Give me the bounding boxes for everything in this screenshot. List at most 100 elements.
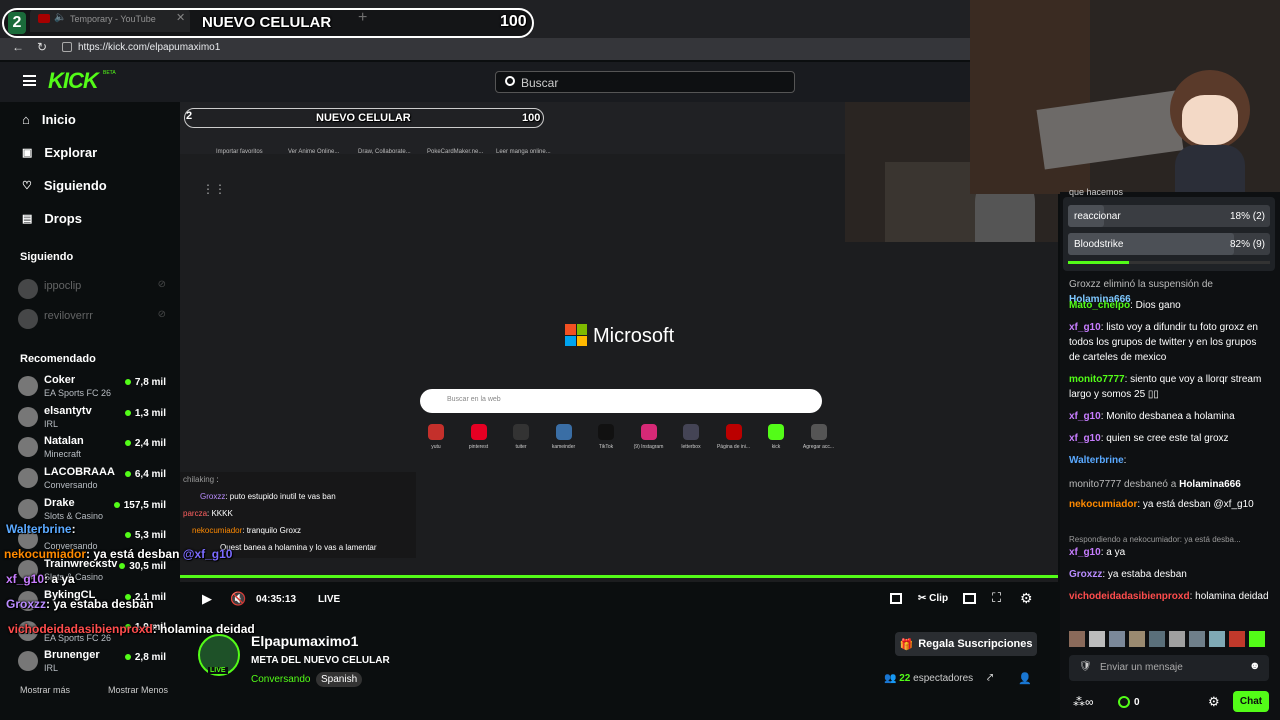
live-dot-icon [124, 532, 131, 538]
settings-icon[interactable]: ⚙ [1020, 590, 1033, 607]
following-channel[interactable]: reviloverrr ⊘ [18, 307, 178, 335]
fullscreen-icon[interactable]: ⛶ [992, 590, 1001, 606]
chat-settings-icon[interactable]: ⚙ [1208, 694, 1220, 710]
chat-username[interactable]: xf_g10 [1069, 433, 1101, 444]
site-header: KICK BETA Buscar [0, 62, 1060, 102]
live-dot-icon [113, 502, 120, 508]
poll-option[interactable]: reaccionar 18% (2) [1068, 205, 1270, 227]
shortcut-tile: Agregar acc... [799, 424, 839, 450]
streamer-name[interactable]: Elpapumaximo1 [251, 633, 358, 649]
video-progress-bar[interactable] [180, 575, 1058, 578]
channel-name: Natalan [44, 435, 84, 447]
show-less-link[interactable]: Mostrar Menos [108, 685, 168, 695]
following-channel[interactable]: ippoclip ⊘ [18, 277, 178, 305]
overlay-chat-message: nekocumiador: ya está desban @xf_g10 [4, 547, 233, 561]
chat-username[interactable]: monito7777 [1069, 374, 1125, 385]
chat-username[interactable]: vichodeidadasibienproxd [1069, 591, 1190, 602]
recommended-channel[interactable]: Coker EA Sports FC 26 7,8 mil [18, 374, 178, 402]
raid-icon[interactable]: ⁂∞ [1073, 695, 1094, 709]
stream-title: META DEL NUEVO CELULAR [251, 655, 390, 666]
goal-title: NUEVO CELULAR [202, 14, 332, 31]
nav-item-explorar[interactable]: ▣ Explorar [22, 145, 97, 160]
back-icon[interactable]: ← [12, 40, 24, 54]
kick-logo[interactable]: KICK [48, 68, 99, 94]
emoji-icon[interactable]: ☻ [1249, 660, 1261, 672]
chat-username[interactable]: xf_g10 [1069, 322, 1101, 333]
chat-username[interactable]: Groxzz [1069, 569, 1102, 580]
chat-username[interactable]: Mato_chelpo [1069, 300, 1130, 311]
stream-goal-count: 100 [522, 112, 541, 124]
chat-username[interactable]: Holamina666 [1179, 479, 1241, 490]
shortcut-row: yutu pinterest tuiter kameinder TikTok (9) In… [416, 424, 836, 458]
follow-icon[interactable]: 👤 [1018, 672, 1032, 685]
recommended-channel[interactable]: LACOBRAAA Conversando 6,4 mil [18, 466, 178, 494]
web-search-box: Buscar en la web [420, 389, 822, 413]
shortcut-tile: TikTok [586, 424, 626, 450]
shortcut-tile: tuiter [501, 424, 541, 450]
recommended-channel[interactable]: Drake Slots & Casino 157,5 mil [18, 497, 178, 525]
live-badge: LIVE [208, 667, 228, 674]
chat-message: monito7777 desbaneó a Holamina666 [1069, 479, 1241, 490]
search-icon [505, 76, 515, 86]
chat-username[interactable]: nekocumiador [1069, 499, 1137, 510]
recommended-channel[interactable]: Natalan Minecraft 2,4 mil [18, 435, 178, 463]
apps-grid-icon: ⋮⋮ [202, 182, 226, 196]
avatar [18, 407, 38, 427]
chat-message: Groxzz: ya estaba desban [1069, 569, 1187, 580]
reply-context: Respondiendo a nekocumiador: ya está des… [1069, 535, 1241, 544]
show-more-link[interactable]: Mostrar más [20, 685, 70, 695]
stream-chat-overlay: chilaking : Groxzz: puto estupido inutil… [180, 472, 416, 558]
language-tag[interactable]: Spanish [316, 672, 363, 687]
miniplayer-icon[interactable] [963, 593, 976, 604]
streamer-webcam [970, 0, 1280, 194]
poll-option[interactable]: Bloodstrike 82% (9) [1068, 233, 1270, 255]
nav-label: Explorar [44, 145, 98, 160]
overlay-chat-message: Walterbrine: [6, 522, 76, 536]
chat-input[interactable]: 🛡 Enviar un mensaje ☻ [1069, 655, 1269, 681]
avatar [18, 651, 38, 671]
channel-category: Conversando [44, 480, 98, 490]
chat-username[interactable]: Walterbrine [1069, 455, 1124, 466]
channel-name: Brunenger [44, 649, 100, 661]
recommended-channel[interactable]: elsantytv IRL 1,3 mil [18, 405, 178, 433]
channel-category: IRL [44, 419, 59, 429]
url-text[interactable]: https://kick.com/elpapumaximo1 [78, 42, 220, 53]
chat-username[interactable]: xf_g10 [1069, 547, 1101, 558]
gift-subs-button[interactable]: 🎁 Regala Suscripciones [895, 632, 1037, 656]
recommended-channel[interactable]: Brunenger IRL 2,8 mil [18, 649, 178, 677]
shortcut-tile: yutu [416, 424, 456, 450]
avatar [18, 279, 38, 299]
menu-icon[interactable] [23, 75, 36, 86]
play-icon[interactable]: ▶ [202, 591, 212, 607]
microsoft-brand: Microsoft [593, 325, 675, 347]
nav-item-inicio[interactable]: ⌂ Inicio [22, 112, 76, 127]
chat-username[interactable]: xf_g10 [1069, 411, 1101, 422]
offline-icon: ⊘ [157, 279, 166, 290]
nav-item-drops[interactable]: ▤ Drops [22, 211, 82, 226]
chat-send-button[interactable]: Chat [1233, 691, 1269, 712]
live-dot-icon [124, 379, 131, 385]
stream-goal-title: NUEVO CELULAR [316, 112, 411, 124]
overlay-chat-message: vichodeidadasibienproxd: holamina deidad [8, 622, 255, 636]
viewer-count: 1,3 mil [124, 408, 166, 419]
search-input[interactable]: Buscar [495, 71, 795, 93]
avatar [18, 499, 38, 519]
stream-category[interactable]: Conversando [251, 674, 310, 685]
chat-message: nekocumiador: ya está desban @xf_g10 [1069, 499, 1254, 510]
following-heading: Siguiendo [20, 251, 74, 263]
site-info-icon[interactable] [62, 42, 72, 52]
avatar [18, 376, 38, 396]
reload-icon[interactable]: ↻ [37, 40, 47, 54]
theater-icon[interactable] [890, 593, 902, 604]
nav-label: Siguiendo [43, 178, 107, 193]
clip-button[interactable]: ✂ Clip [918, 593, 948, 604]
share-icon[interactable]: ⤤ [987, 672, 993, 685]
mute-icon[interactable]: 🔇 [230, 591, 246, 607]
channel-name: LACOBRAAA [44, 466, 115, 478]
chat-message: xf_g10: Monito desbanea a holamina [1069, 411, 1235, 422]
chat-message: xf_g10: quien se cree este tal groxz [1069, 433, 1229, 444]
viewers-icon: 👥 [884, 673, 897, 684]
avatar [18, 468, 38, 488]
viewer-count: 7,8 mil [124, 377, 166, 388]
nav-item-siguiendo[interactable]: ♡ Siguiendo [22, 178, 107, 193]
